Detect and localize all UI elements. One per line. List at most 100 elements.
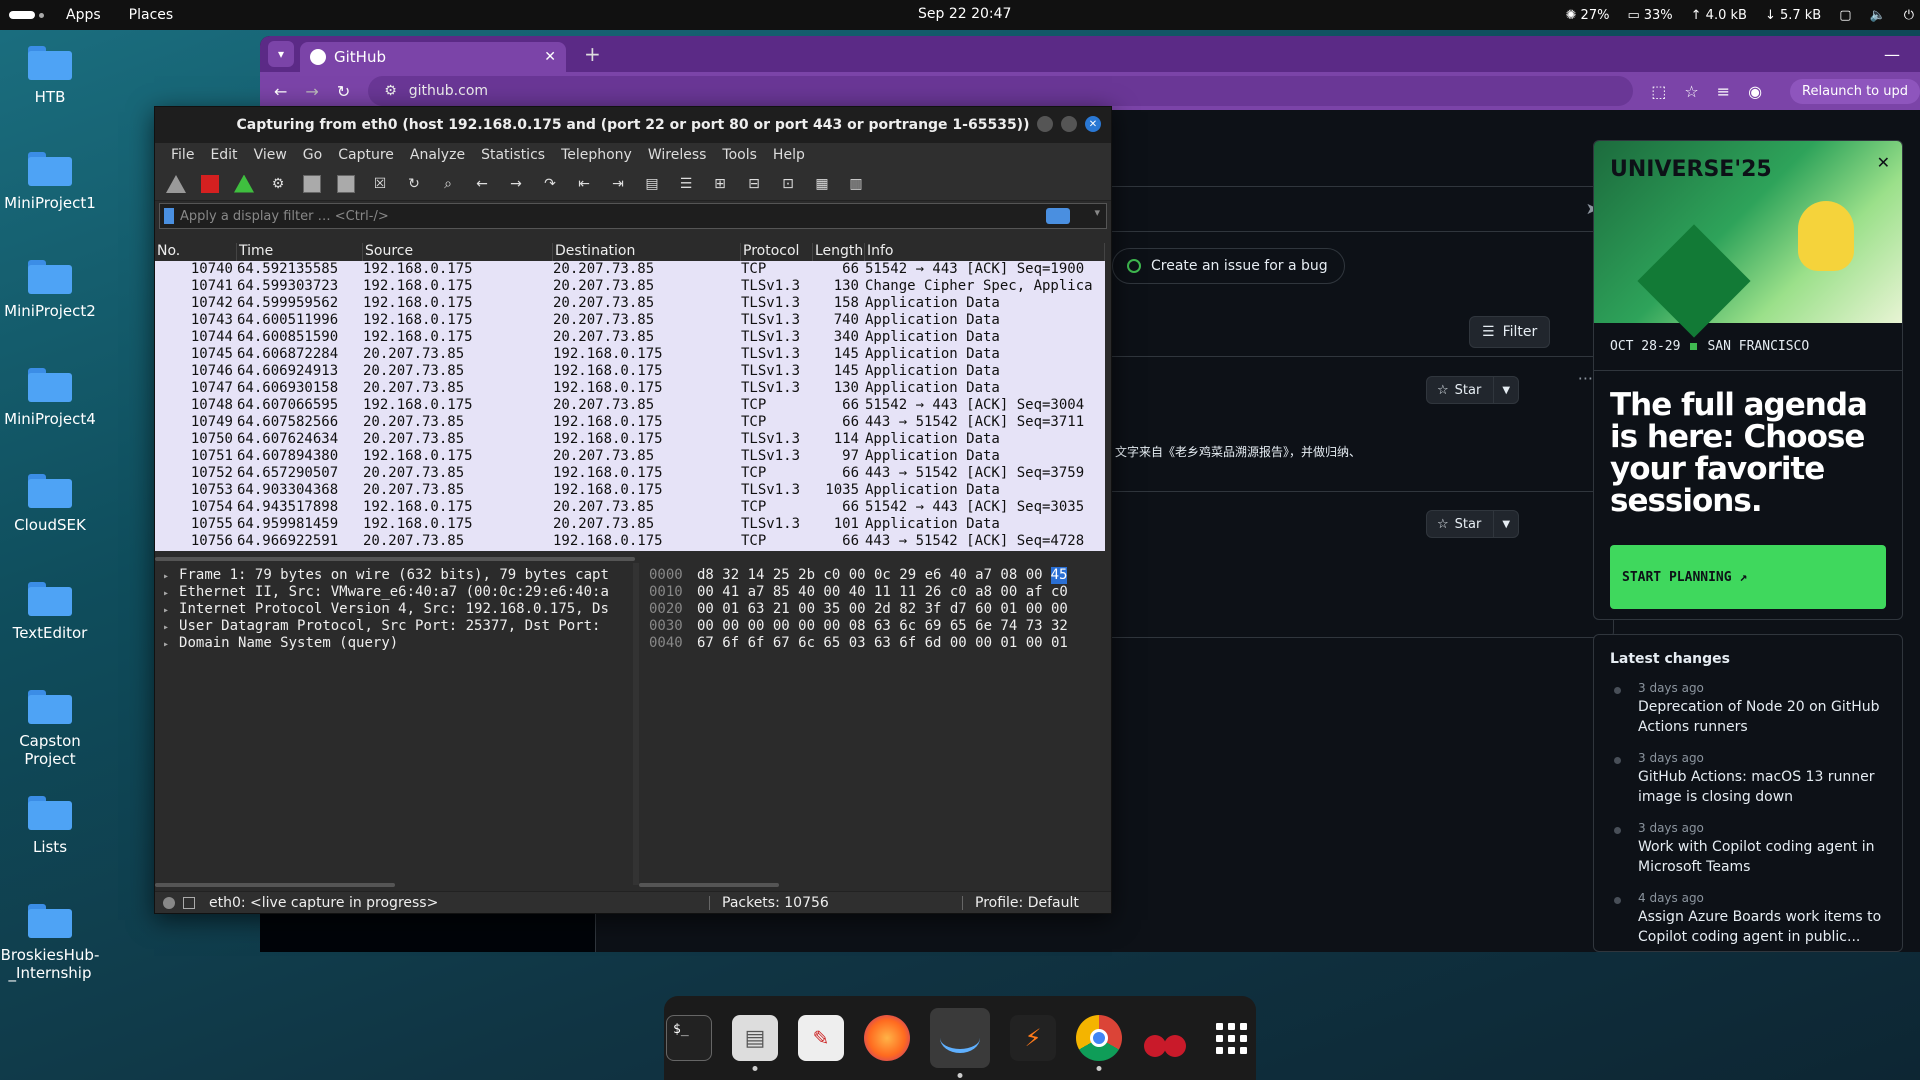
star-button[interactable]: ☆ Star ▼ [1426,376,1520,404]
minimize-button[interactable]: — [1884,45,1900,64]
desktop-folder-capston-project[interactable]: Capston Project [0,690,100,768]
star-dropdown-icon[interactable]: ▼ [1494,385,1518,396]
screen-icon[interactable]: ▢ [1839,8,1851,23]
selected-byte[interactable]: 45 [1050,567,1068,584]
change-item[interactable]: 3 days ago Work with Copilot coding agent… [1610,821,1886,877]
go-to-packet-button[interactable]: ↷ [537,171,563,197]
copilot-input[interactable]: ➤ [1096,186,1614,232]
detail-tree-item[interactable]: ▸ User Datagram Protocol, Src Port: 25377… [155,618,633,635]
detail-tree-item[interactable]: ▸ Frame 1: 79 bytes on wire (632 bits), 7… [155,567,633,584]
dock-terminal[interactable]: $_ [666,1015,712,1061]
create-issue-chip[interactable]: Create an issue for a bug [1112,248,1345,284]
table-row[interactable]: 10750 64.607624634 20.207.73.85 192.168.0.1… [155,431,1105,448]
dock-burp-suite[interactable]: ⚡ [1010,1015,1056,1061]
table-row[interactable]: 10742 64.599959562 192.168.0.175 20.207.73.… [155,295,1105,312]
dock-show-apps[interactable] [1208,1015,1254,1061]
save-file-button[interactable] [333,171,359,197]
expand-arrow-icon[interactable]: ▸ [163,588,169,599]
zoom-out-button[interactable]: ⊟ [741,171,767,197]
table-row[interactable]: 10748 64.607066595 192.168.0.175 20.207.73.… [155,397,1105,414]
table-row[interactable]: 10741 64.599303723 192.168.0.175 20.207.73.… [155,278,1105,295]
table-row[interactable]: 10753 64.903304368 20.207.73.85 192.168.0.1… [155,482,1105,499]
bookmark-icon[interactable] [164,208,174,224]
hex-line[interactable]: 0000 d8 32 14 25 2b c0 00 0c 29 e6 40 a7 … [639,567,1105,584]
table-row[interactable]: 10752 64.657290507 20.207.73.85 192.168.0.1… [155,465,1105,482]
desktop-folder-htb[interactable]: HTB [0,46,100,106]
change-item[interactable]: 3 days ago Deprecation of Node 20 on GitH… [1610,681,1886,737]
table-row[interactable]: 10751 64.607894380 192.168.0.175 20.207.73.… [155,448,1105,465]
tab-github[interactable]: GitHub ✕ [300,42,566,72]
close-file-button[interactable]: ☒ [367,171,393,197]
menu-wireless[interactable]: Wireless [640,147,715,163]
first-packet-button[interactable]: ⇤ [571,171,597,197]
menu-go[interactable]: Go [295,147,330,163]
volume-icon[interactable]: 🔈 [1870,8,1886,23]
dock-text-editor[interactable]: ✎ [798,1015,844,1061]
menu-analyze[interactable]: Analyze [402,147,473,163]
capture-comment-icon[interactable] [183,896,195,909]
restart-capture-button[interactable] [231,171,257,197]
hex-line[interactable]: 0040 67 6f 6f 67 6c 65 03 63 6f 6d 00 00 … [639,635,1105,652]
expand-arrow-icon[interactable]: ▸ [163,639,169,650]
forward-icon[interactable]: → [305,82,318,101]
dock-wireshark[interactable] [930,1008,990,1078]
address-bar[interactable]: ⚙ github.com [368,76,1634,106]
change-link[interactable]: Deprecation of Node 20 on GitHub Actions… [1638,697,1886,737]
desktop-folder-cloudsek[interactable]: CloudSEK [0,474,100,534]
dock-firefox[interactable] [864,1015,910,1061]
table-row[interactable]: 10756 64.966922591 20.207.73.85 192.168.0.1… [155,533,1105,550]
change-link[interactable]: Work with Copilot coding agent in Micros… [1638,837,1886,877]
install-icon[interactable]: ⬚ [1651,82,1666,101]
details-scrollbar[interactable] [155,883,395,887]
close-icon[interactable]: ✕ [1877,153,1890,172]
relaunch-button[interactable]: Relaunch to upd [1790,78,1920,104]
bookmark-star-icon[interactable]: ☆ [1684,82,1698,101]
tab-search-button[interactable]: ▾ [268,41,294,67]
places-menu[interactable]: Places [115,7,188,23]
dock-files[interactable]: ▤ [732,1015,778,1071]
go-forward-button[interactable]: → [503,171,529,197]
start-planning-button[interactable]: START PLANNING ↗ [1610,545,1886,609]
change-link[interactable]: GitHub Actions: macOS 13 runner image is… [1638,767,1886,807]
profile-avatar[interactable]: ◉ [1748,82,1762,101]
back-icon[interactable]: ← [274,82,287,101]
hex-line[interactable]: 0020 00 01 63 21 00 35 00 2d 82 3f d7 60 … [639,601,1105,618]
close-tab-icon[interactable]: ✕ [544,49,556,65]
find-packet-button[interactable]: ⌕ [435,171,461,197]
menu-help[interactable]: Help [765,147,813,163]
table-row[interactable]: 10746 64.606924913 20.207.73.85 192.168.0.1… [155,363,1105,380]
table-row[interactable]: 10749 64.607582566 20.207.73.85 192.168.0.1… [155,414,1105,431]
power-icon[interactable]: ⏻ [1904,8,1914,23]
menu-statistics[interactable]: Statistics [473,147,553,163]
new-tab-button[interactable]: + [584,42,601,66]
desktop-folder-broskieshub[interactable]: BroskiesHub-_Internship [0,904,100,982]
more-options-icon[interactable]: ··· [1578,369,1593,388]
expand-arrow-icon[interactable]: ▸ [163,622,169,633]
hex-line[interactable]: 0030 00 00 00 00 00 00 08 63 6c 69 65 6e … [639,618,1105,635]
table-row[interactable]: 10743 64.600511996 192.168.0.175 20.207.73.… [155,312,1105,329]
star-dropdown-icon[interactable]: ▼ [1494,519,1518,530]
stop-capture-button[interactable] [197,171,223,197]
activities-button[interactable] [0,0,52,30]
dock-chrome[interactable] [1076,1015,1122,1071]
column-header-destination[interactable]: Destination [553,243,741,261]
desktop-folder-miniproject4[interactable]: MiniProject4 [0,368,100,428]
hex-line[interactable]: 0010 00 41 a7 85 40 00 40 11 11 26 c0 a8 … [639,584,1105,601]
change-item[interactable]: 3 days ago GitHub Actions: macOS 13 runne… [1610,751,1886,807]
detail-tree-item[interactable]: ▸ Ethernet II, Src: VMware_e6:40:a7 (00:0… [155,584,633,601]
desktop-folder-miniproject1[interactable]: MiniProject1 [0,152,100,212]
open-file-button[interactable] [299,171,325,197]
desktop-folder-miniproject2[interactable]: MiniProject2 [0,260,100,320]
filter-history-chevron-icon[interactable]: ▾ [1094,206,1100,219]
detail-tree-item[interactable]: ▸ Domain Name System (query) [155,635,633,652]
change-item[interactable]: 4 days ago Assign Azure Boards work items… [1610,891,1886,947]
menu-telephony[interactable]: Telephony [553,147,640,163]
detail-tree-item[interactable]: ▸ Internet Protocol Version 4, Src: 192.1… [155,601,633,618]
clock[interactable]: Sep 22 20:47 [918,6,1011,22]
column-header-source[interactable]: Source [363,243,553,261]
expand-arrow-icon[interactable]: ▸ [163,571,169,582]
minimize-button[interactable] [1037,116,1053,132]
display-filter-input[interactable]: Apply a display filter … <Ctrl-/> [180,209,389,224]
colorize-button[interactable]: ☰ [673,171,699,197]
autoscroll-button[interactable]: ▤ [639,171,665,197]
